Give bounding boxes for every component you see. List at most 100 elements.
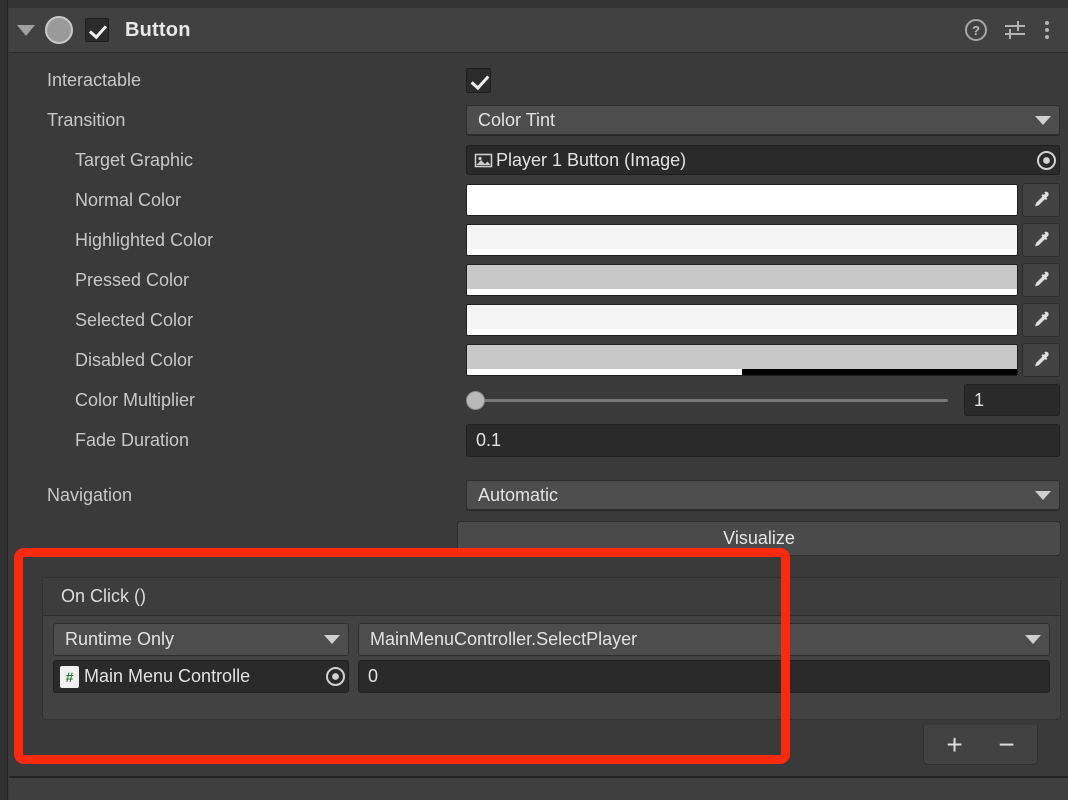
selected-color-eyedropper-icon[interactable] bbox=[1022, 303, 1060, 337]
foldout-arrow-icon[interactable] bbox=[9, 8, 43, 53]
chevron-down-icon bbox=[1025, 635, 1041, 644]
object-picker-icon[interactable] bbox=[322, 663, 348, 691]
label-selected-color: Selected Color bbox=[75, 309, 194, 330]
help-icon[interactable]: ? bbox=[965, 19, 987, 41]
highlighted-color-eyedropper-icon[interactable] bbox=[1022, 223, 1060, 257]
interactable-checkbox[interactable] bbox=[466, 67, 491, 93]
event-list-buttons: + − bbox=[923, 725, 1038, 765]
header-icon-group: ? bbox=[965, 19, 1068, 41]
add-event-button[interactable]: + bbox=[938, 730, 972, 760]
label-transition: Transition bbox=[47, 109, 126, 130]
disabled-color-eyedropper-icon[interactable] bbox=[1022, 343, 1060, 377]
row-color-multiplier: Color Multiplier 1 bbox=[9, 380, 1068, 420]
normal-color-swatch[interactable] bbox=[466, 184, 1018, 216]
row-normal-color: Normal Color bbox=[9, 180, 1068, 220]
entry-right-column: MainMenuController.SelectPlayer 0 bbox=[358, 623, 1050, 693]
left-gutter-strip bbox=[0, 0, 8, 800]
highlighted-color-swatch[interactable] bbox=[466, 224, 1018, 256]
row-transition: Transition Color Tint bbox=[9, 100, 1068, 140]
on-click-title-label: On Click () bbox=[61, 586, 146, 606]
row-disabled-color: Disabled Color bbox=[9, 340, 1068, 380]
remove-event-button[interactable]: − bbox=[990, 730, 1024, 760]
label-color-multiplier: Color Multiplier bbox=[75, 389, 196, 410]
chevron-down-icon bbox=[1035, 115, 1051, 125]
normal-color-eyedropper-icon[interactable] bbox=[1022, 183, 1060, 217]
on-click-panel: On Click () Runtime Only # Main Menu Con… bbox=[42, 577, 1061, 720]
inspector-window: Button ? Interactable Transition Color T… bbox=[0, 0, 1068, 800]
label-highlighted-color: Highlighted Color bbox=[75, 229, 214, 250]
disabled-color-swatch[interactable] bbox=[466, 344, 1018, 376]
label-navigation: Navigation bbox=[47, 484, 133, 505]
more-menu-icon[interactable] bbox=[1043, 19, 1051, 41]
color-multiplier-input[interactable]: 1 bbox=[964, 384, 1060, 416]
entry-object-value: Main Menu Controlle bbox=[84, 666, 251, 686]
selected-color-alpha bbox=[467, 329, 1017, 335]
row-target-graphic: Target Graphic Player 1 Button (Image) bbox=[9, 140, 1068, 180]
disabled-color-alpha bbox=[467, 369, 1017, 375]
transition-dropdown[interactable]: Color Tint bbox=[466, 105, 1060, 135]
label-fade-duration: Fade Duration bbox=[75, 429, 190, 450]
component-title: Button bbox=[125, 18, 191, 41]
on-click-footer bbox=[43, 693, 1060, 719]
navigation-value: Automatic bbox=[478, 484, 559, 505]
disabled-color-fill bbox=[467, 345, 1017, 369]
button-component-icon bbox=[45, 16, 73, 44]
target-graphic-object-field[interactable]: Player 1 Button (Image) bbox=[466, 145, 1060, 175]
component-header[interactable]: Button ? bbox=[9, 8, 1068, 53]
label-target-graphic: Target Graphic bbox=[75, 149, 194, 170]
selected-color-swatch[interactable] bbox=[466, 304, 1018, 336]
chevron-down-icon bbox=[1035, 490, 1051, 500]
row-interactable: Interactable bbox=[9, 60, 1068, 100]
slider-handle[interactable] bbox=[466, 390, 485, 410]
transition-value: Color Tint bbox=[478, 109, 556, 130]
entry-method-value: MainMenuController.SelectPlayer bbox=[370, 629, 638, 649]
entry-method-dropdown[interactable]: MainMenuController.SelectPlayer bbox=[358, 623, 1050, 656]
pressed-color-eyedropper-icon[interactable] bbox=[1022, 263, 1060, 297]
preset-icon[interactable] bbox=[1003, 19, 1027, 41]
add-event-label: + bbox=[946, 728, 963, 760]
row-selected-color: Selected Color bbox=[9, 300, 1068, 340]
fade-duration-input[interactable]: 0.1 bbox=[466, 423, 1060, 457]
label-normal-color: Normal Color bbox=[75, 189, 182, 210]
label-pressed-color: Pressed Color bbox=[75, 269, 190, 290]
selected-color-fill bbox=[467, 305, 1017, 329]
visualize-label: Visualize bbox=[723, 528, 795, 548]
window-top-strip bbox=[0, 0, 1068, 8]
entry-argument-input[interactable]: 0 bbox=[358, 660, 1050, 693]
label-interactable: Interactable bbox=[47, 69, 142, 90]
component-enabled-checkbox[interactable] bbox=[85, 18, 109, 42]
pressed-color-swatch[interactable] bbox=[466, 264, 1018, 296]
entry-argument-value: 0 bbox=[368, 666, 379, 686]
row-highlighted-color: Highlighted Color bbox=[9, 220, 1068, 260]
remove-event-label: − bbox=[998, 728, 1015, 760]
normal-color-fill bbox=[467, 185, 1017, 209]
visualize-button[interactable]: Visualize bbox=[457, 521, 1061, 556]
object-picker-icon[interactable] bbox=[1033, 146, 1059, 174]
entry-left-column: Runtime Only # Main Menu Controlle bbox=[53, 623, 349, 693]
cs-script-icon: # bbox=[60, 665, 79, 688]
target-graphic-value: Player 1 Button (Image) bbox=[496, 149, 687, 170]
chevron-down-icon bbox=[324, 635, 340, 644]
highlighted-color-fill bbox=[467, 225, 1017, 249]
row-navigation: Navigation Automatic bbox=[9, 475, 1068, 515]
row-pressed-color: Pressed Color bbox=[9, 260, 1068, 300]
fade-duration-value: 0.1 bbox=[476, 429, 502, 450]
pressed-color-fill bbox=[467, 265, 1017, 289]
navigation-dropdown[interactable]: Automatic bbox=[466, 480, 1060, 510]
pressed-color-alpha bbox=[467, 289, 1017, 295]
entry-mode-value: Runtime Only bbox=[65, 629, 175, 649]
highlighted-color-alpha bbox=[467, 249, 1017, 255]
on-click-entry: Runtime Only # Main Menu Controlle MainM… bbox=[43, 616, 1060, 693]
color-multiplier-value: 1 bbox=[974, 389, 985, 410]
label-disabled-color: Disabled Color bbox=[75, 349, 194, 370]
slider-track bbox=[474, 398, 948, 402]
svg-text:?: ? bbox=[972, 23, 980, 38]
bottom-band bbox=[9, 778, 1068, 800]
entry-mode-dropdown[interactable]: Runtime Only bbox=[53, 623, 349, 656]
color-multiplier-slider[interactable] bbox=[466, 385, 954, 415]
row-fade-duration: Fade Duration 0.1 bbox=[9, 420, 1068, 460]
image-icon bbox=[474, 153, 493, 167]
entry-object-field[interactable]: # Main Menu Controlle bbox=[53, 660, 349, 693]
normal-color-alpha bbox=[467, 209, 1017, 215]
on-click-header[interactable]: On Click () bbox=[43, 578, 1060, 616]
